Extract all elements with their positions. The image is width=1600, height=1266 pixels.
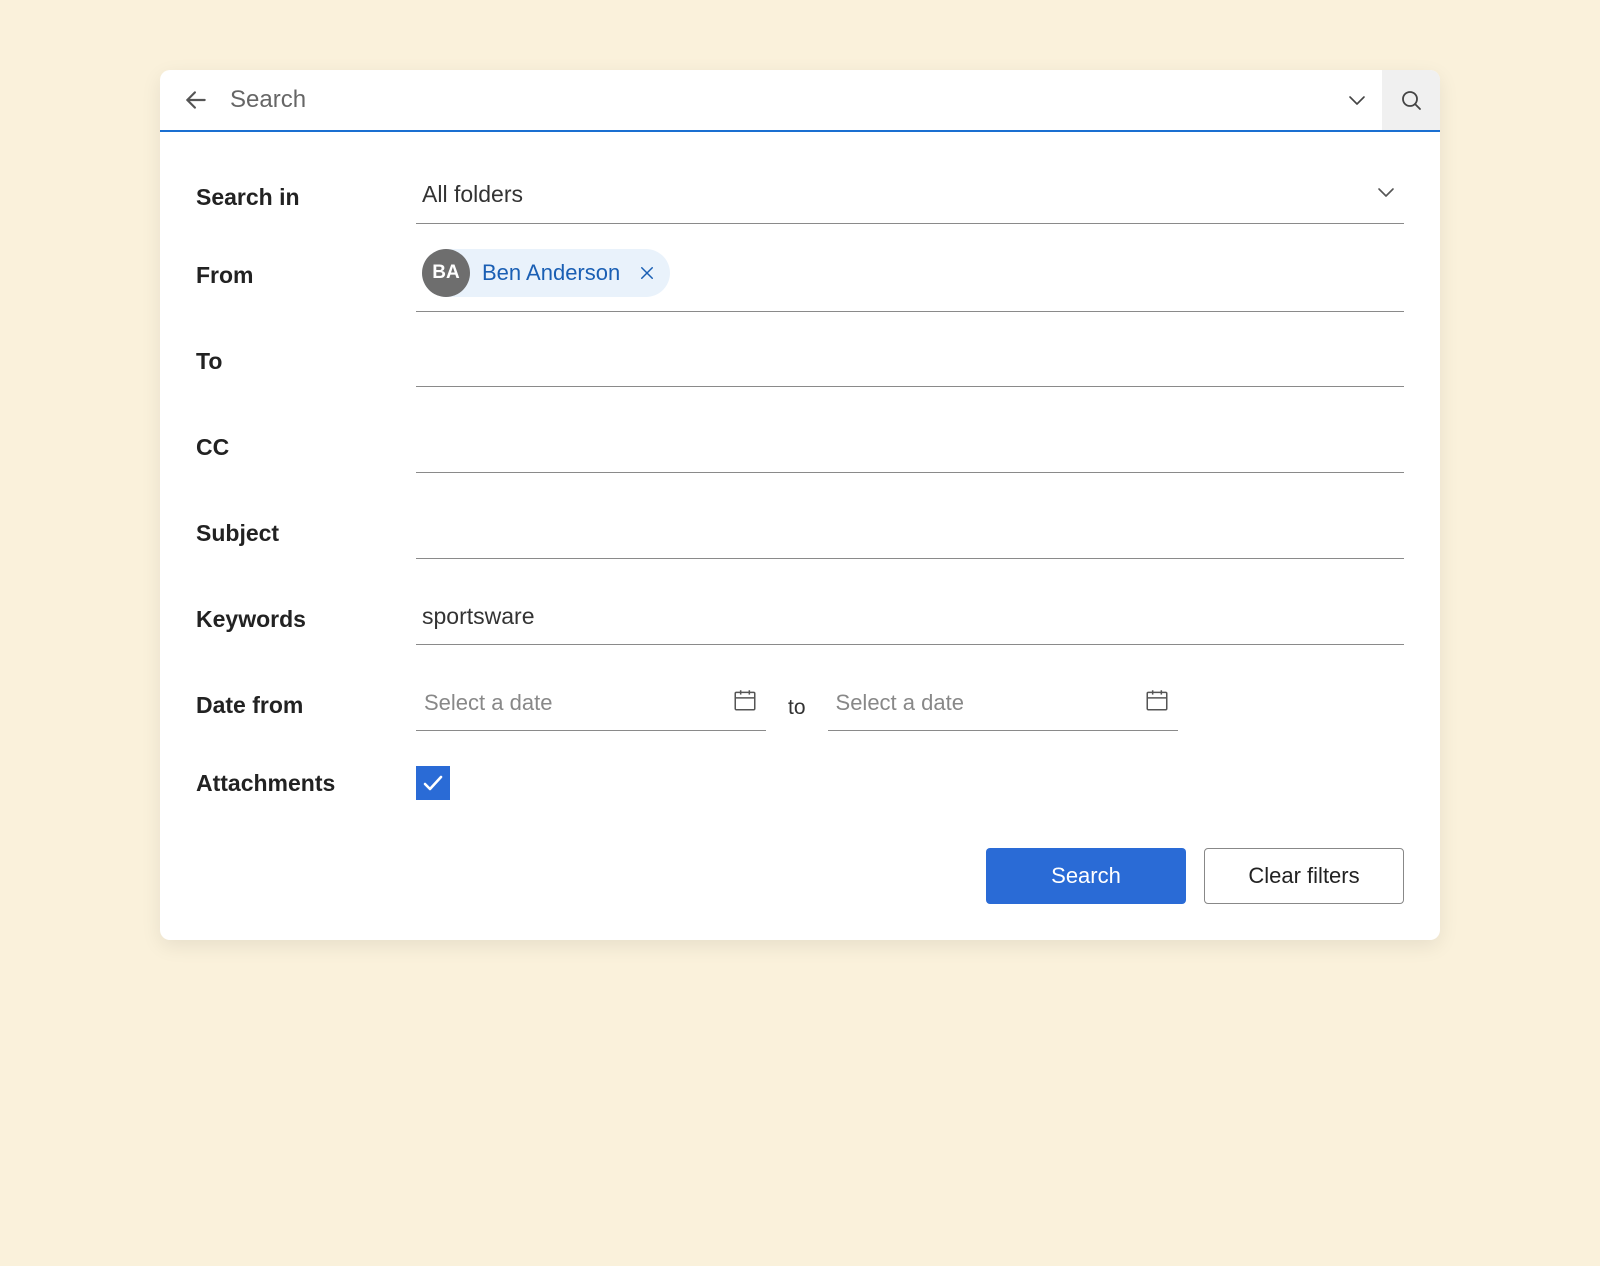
search-button[interactable] <box>1382 70 1440 130</box>
search-submit-button[interactable]: Search <box>986 848 1186 904</box>
field-date: Select a date to Select a date <box>416 679 1404 731</box>
date-start-picker[interactable]: Select a date <box>416 679 766 731</box>
field-subject <box>416 507 1404 559</box>
keywords-input[interactable] <box>422 603 1398 630</box>
keywords-input-area[interactable] <box>416 593 1404 645</box>
calendar-icon <box>1144 687 1170 718</box>
collapse-filters-button[interactable] <box>1332 70 1382 130</box>
label-keywords: Keywords <box>196 606 416 633</box>
field-attachments <box>416 766 1404 800</box>
search-in-value: All folders <box>422 181 523 208</box>
back-button[interactable] <box>176 80 216 120</box>
clear-filters-button[interactable]: Clear filters <box>1204 848 1404 904</box>
row-from: From BA Ben Anderson <box>196 232 1404 318</box>
to-input-area[interactable] <box>416 335 1404 387</box>
date-range-wrap: Select a date to Select a date <box>416 679 1404 731</box>
cc-input-area[interactable] <box>416 421 1404 473</box>
advanced-search-panel: Search in All folders From BA Ben Anders… <box>160 70 1440 940</box>
row-to: To <box>196 318 1404 404</box>
field-cc <box>416 421 1404 473</box>
label-subject: Subject <box>196 520 416 547</box>
row-cc: CC <box>196 404 1404 490</box>
to-input[interactable] <box>422 345 1398 372</box>
close-icon <box>638 264 656 282</box>
date-end-picker[interactable]: Select a date <box>828 679 1178 731</box>
calendar-icon <box>732 687 758 718</box>
cc-input[interactable] <box>422 431 1398 458</box>
date-start-placeholder: Select a date <box>424 690 552 716</box>
filters-body: Search in All folders From BA Ben Anders… <box>160 132 1440 940</box>
remove-chip-button[interactable] <box>638 264 656 282</box>
field-keywords <box>416 593 1404 645</box>
chevron-down-icon <box>1345 88 1369 112</box>
label-to: To <box>196 348 416 375</box>
row-attachments: Attachments <box>196 748 1404 818</box>
search-icon <box>1399 88 1423 112</box>
row-search-in: Search in All folders <box>196 162 1404 232</box>
row-date: Date from Select a date to Select a date <box>196 662 1404 748</box>
checkmark-icon <box>421 771 445 795</box>
from-input-area[interactable]: BA Ben Anderson <box>416 239 1404 312</box>
label-date-from: Date from <box>196 692 416 719</box>
date-separator: to <box>788 690 806 720</box>
search-topbar <box>160 70 1440 132</box>
field-to <box>416 335 1404 387</box>
search-input[interactable] <box>216 86 1332 114</box>
footer-buttons: Search Clear filters <box>196 848 1404 904</box>
field-search-in: All folders <box>416 170 1404 224</box>
label-attachments: Attachments <box>196 770 416 797</box>
subject-input-area[interactable] <box>416 507 1404 559</box>
label-cc: CC <box>196 434 416 461</box>
topbar-right <box>1332 70 1440 130</box>
from-person-chip: BA Ben Anderson <box>422 249 670 297</box>
back-arrow-icon <box>183 87 209 113</box>
field-from: BA Ben Anderson <box>416 239 1404 312</box>
row-subject: Subject <box>196 490 1404 576</box>
search-in-select[interactable]: All folders <box>416 170 1404 224</box>
subject-input[interactable] <box>422 517 1398 544</box>
avatar: BA <box>422 249 470 297</box>
chip-name: Ben Anderson <box>482 260 620 286</box>
label-search-in: Search in <box>196 184 416 211</box>
attachments-checkbox[interactable] <box>416 766 450 800</box>
row-keywords: Keywords <box>196 576 1404 662</box>
date-end-placeholder: Select a date <box>836 690 964 716</box>
chevron-down-icon <box>1374 180 1398 209</box>
label-from: From <box>196 262 416 289</box>
